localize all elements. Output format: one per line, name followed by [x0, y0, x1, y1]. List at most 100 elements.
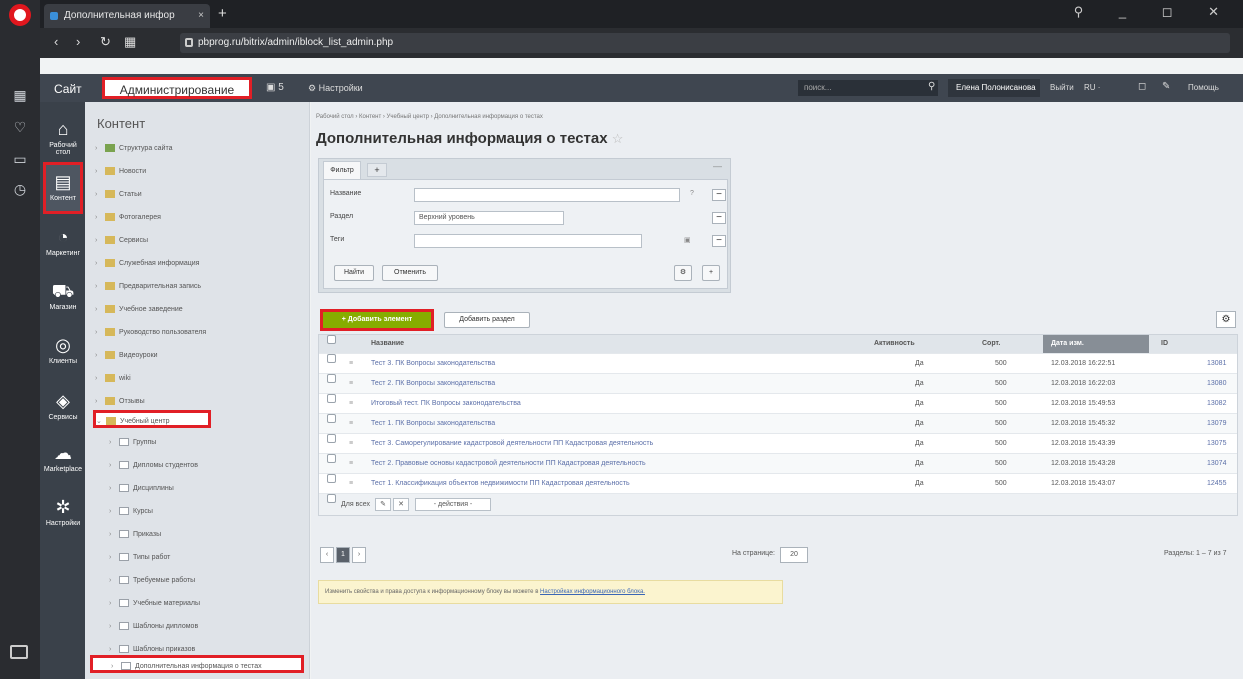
cell-id[interactable]: 13082: [1207, 394, 1226, 414]
sidebar-toggle-icon[interactable]: [10, 645, 28, 659]
tree-subitem-selected[interactable]: › Дополнительная информация о тестах: [90, 655, 304, 673]
settings-link[interactable]: ⚙ Настройки: [308, 79, 363, 97]
user-button[interactable]: Елена Полонисанова: [948, 79, 1040, 97]
site-tab[interactable]: Сайт: [48, 79, 88, 99]
row-menu-icon[interactable]: ≡: [349, 434, 353, 454]
find-button[interactable]: Найти: [334, 265, 374, 281]
url-field[interactable]: pbprog.ru/bitrix/admin/iblock_list_admin…: [180, 33, 1230, 53]
history-icon[interactable]: ◷: [8, 178, 32, 200]
tree-subitem[interactable]: › Шаблоны дипломов: [109, 618, 198, 636]
tree-subitem[interactable]: › Дипломы студентов: [109, 457, 198, 475]
table-row[interactable]: ≡ Тест 1. ПК Вопросы законодательства Да 50…: [319, 413, 1237, 433]
reload-icon[interactable]: ↻: [100, 34, 111, 50]
tree-item[interactable]: › Сервисы: [95, 232, 148, 250]
tree-item[interactable]: › Служебная информация: [95, 255, 199, 273]
speed-dial-small-icon[interactable]: ▦: [124, 34, 136, 50]
remove-field-button[interactable]: −: [712, 189, 726, 201]
filter-tab[interactable]: Фильтр: [323, 161, 361, 179]
col-date[interactable]: Дата изм.: [1043, 335, 1149, 353]
row-menu-icon[interactable]: ≡: [349, 374, 353, 394]
tree-item[interactable]: › Предварительная запись: [95, 278, 201, 296]
delete-icon[interactable]: ✕: [393, 498, 409, 511]
menu-services[interactable]: ◈ Сервисы: [43, 384, 83, 436]
table-row[interactable]: ≡ Итоговый тест. ПК Вопросы законодательс…: [319, 393, 1237, 413]
window-icon[interactable]: ◻: [1138, 81, 1146, 92]
help-icon[interactable]: ?: [690, 190, 694, 197]
tree-subitem[interactable]: › Требуемые работы: [109, 572, 195, 590]
cell-name[interactable]: Тест 3. ПК Вопросы законодательства: [371, 354, 495, 374]
help-link[interactable]: Помощь: [1188, 79, 1219, 97]
tab-close-icon[interactable]: ×: [198, 4, 204, 28]
tree-item[interactable]: › Фотогалерея: [95, 209, 161, 227]
cell-name[interactable]: Тест 1. ПК Вопросы законодательства: [371, 414, 495, 434]
page-number[interactable]: 1: [336, 547, 350, 563]
cell-name[interactable]: Тест 1. Классификация объектов недвижимо…: [371, 474, 630, 494]
cell-name[interactable]: Тест 2. Правовые основы кадастровой деят…: [371, 454, 646, 474]
cell-id[interactable]: 13074: [1207, 454, 1226, 474]
col-id[interactable]: ID: [1161, 335, 1168, 353]
breadcrumb[interactable]: Рабочий стол › Контент › Учебный центр ›…: [316, 114, 543, 120]
tags-input[interactable]: [414, 234, 642, 248]
cell-id[interactable]: 13080: [1207, 374, 1226, 394]
filter-add-tab-button[interactable]: +: [367, 163, 387, 177]
row-menu-icon[interactable]: ≡: [349, 474, 353, 494]
star-icon[interactable]: ☆: [612, 131, 624, 146]
back-icon[interactable]: ‹: [54, 34, 58, 49]
col-name[interactable]: Название: [371, 335, 404, 353]
filter-settings-icon[interactable]: ⚙: [674, 265, 692, 281]
menu-content[interactable]: ▤ Контент: [43, 162, 83, 214]
table-row[interactable]: ≡ Тест 3. Саморегулирование кадастровой д…: [319, 433, 1237, 453]
remove-field-button[interactable]: −: [712, 235, 726, 247]
add-element-button[interactable]: + Добавить элемент: [320, 309, 434, 331]
updates-counter[interactable]: ▣ 5: [266, 79, 284, 97]
tree-subitem[interactable]: › Типы работ: [109, 549, 170, 567]
cell-name[interactable]: Тест 3. Саморегулирование кадастровой де…: [371, 434, 653, 454]
tree-item[interactable]: › Учебное заведение: [95, 301, 183, 319]
table-row[interactable]: ≡ Тест 2. Правовые основы кадастровой дея…: [319, 453, 1237, 473]
tree-item-training-center[interactable]: ⌄ Учебный центр: [93, 410, 211, 428]
actions-select[interactable]: - действия -: [415, 498, 491, 511]
tree-subitem[interactable]: › Курсы: [109, 503, 153, 521]
tree-item[interactable]: › Отзывы: [95, 393, 145, 411]
cell-id[interactable]: 12455: [1207, 474, 1226, 494]
per-page-select[interactable]: 20: [780, 547, 808, 563]
browser-tab[interactable]: Дополнительная инфор ×: [44, 4, 210, 28]
menu-marketplace[interactable]: ☁ Marketplace: [43, 436, 83, 488]
row-menu-icon[interactable]: ≡: [349, 414, 353, 434]
language-switch[interactable]: RU ·: [1084, 79, 1100, 97]
forward-icon[interactable]: ›: [76, 34, 80, 49]
remove-field-button[interactable]: −: [712, 212, 726, 224]
menu-clients[interactable]: ◎ Клиенты: [43, 328, 83, 380]
opera-logo-icon[interactable]: [9, 4, 31, 26]
next-page-button[interactable]: ›: [352, 547, 366, 563]
name-input[interactable]: [414, 188, 680, 202]
tree-subitem[interactable]: › Приказы: [109, 526, 161, 544]
row-menu-icon[interactable]: ≡: [349, 454, 353, 474]
cell-name[interactable]: Итоговый тест. ПК Вопросы законодательст…: [371, 394, 521, 414]
new-tab-button[interactable]: +: [218, 4, 227, 24]
heart-icon[interactable]: ♡: [8, 116, 32, 138]
cell-id[interactable]: 13079: [1207, 414, 1226, 434]
col-sort[interactable]: Сорт.: [982, 335, 1000, 353]
table-row[interactable]: ≡ Тест 1. Классификация объектов недвижим…: [319, 473, 1237, 493]
table-row[interactable]: ≡ Тест 2. ПК Вопросы законодательства Да 50…: [319, 373, 1237, 393]
prev-page-button[interactable]: ‹: [320, 547, 334, 563]
tree-item[interactable]: › Структура сайта: [95, 140, 172, 158]
edit-icon[interactable]: ✎: [375, 498, 391, 511]
tree-subitem[interactable]: › Учебные материалы: [109, 595, 200, 613]
filter-minimize-icon[interactable]: —: [713, 161, 722, 171]
section-select[interactable]: Верхний уровень: [414, 211, 564, 225]
cell-id[interactable]: 13075: [1207, 434, 1226, 454]
cancel-button[interactable]: Отменить: [382, 265, 438, 281]
tree-item[interactable]: › Новости: [95, 163, 146, 181]
cell-name[interactable]: Тест 2. ПК Вопросы законодательства: [371, 374, 495, 394]
menu-marketing[interactable]: ◔ Маркетинг: [43, 220, 83, 272]
menu-settings[interactable]: ✲ Настройки: [43, 490, 83, 542]
logout-link[interactable]: Выйти: [1050, 79, 1074, 97]
col-active[interactable]: Активность: [874, 335, 915, 353]
speed-dial-icon[interactable]: ▦: [8, 84, 32, 106]
pin-icon[interactable]: ✎: [1162, 81, 1170, 92]
tree-subitem[interactable]: › Дисциплины: [109, 480, 174, 498]
tree-item[interactable]: › Статьи: [95, 186, 142, 204]
admin-tab[interactable]: Администрирование: [102, 77, 252, 99]
